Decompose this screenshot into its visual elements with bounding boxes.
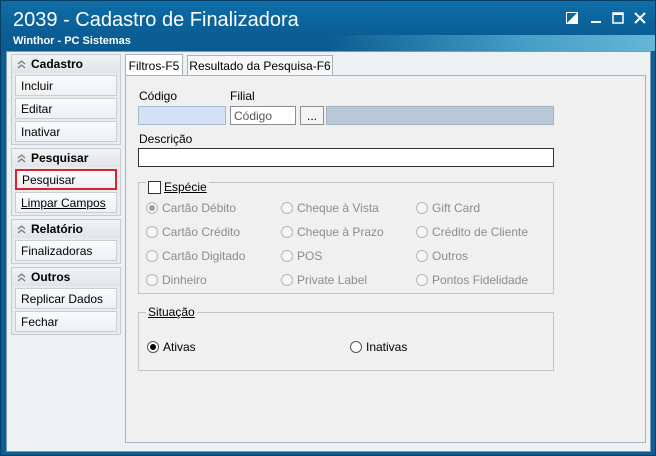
descricao-label: Descrição <box>139 132 193 146</box>
especie-option: Cheque à Prazo <box>281 225 384 239</box>
option-label: Cartão Digitado <box>162 249 246 263</box>
radio-button <box>281 226 293 238</box>
radio-button <box>281 202 293 214</box>
restore-icon[interactable] <box>561 8 583 28</box>
especie-label: Espécie <box>164 180 207 194</box>
window-subtitle: Winthor - PC Sistemas <box>13 35 131 47</box>
chevron-up-icon <box>17 59 26 68</box>
radio-button <box>416 250 428 262</box>
filial-name-field <box>326 106 554 125</box>
editar-button[interactable]: Editar <box>15 98 117 119</box>
radio-button <box>416 226 428 238</box>
limpar-campos-button[interactable]: Limpar Campos <box>15 192 117 213</box>
option-label: Outros <box>432 249 469 263</box>
title-bar-decoration <box>325 35 655 51</box>
especie-checkbox[interactable] <box>148 180 161 194</box>
especie-option: POS <box>281 249 322 263</box>
especie-option: Private Label <box>281 273 367 287</box>
radio-button[interactable] <box>350 341 362 353</box>
option-label: Cartão Crédito <box>162 225 241 239</box>
option-label: Ativas <box>163 340 196 354</box>
especie-legend[interactable]: Espécie <box>146 180 209 194</box>
option-label: Crédito de Cliente <box>432 225 529 239</box>
window-title: 2039 - Cadastro de Finalizadora <box>13 9 299 31</box>
radio-button <box>416 202 428 214</box>
situacao-group <box>138 312 554 371</box>
group-title: Cadastro <box>31 57 84 71</box>
group-relatorio: Relatório Finalizadoras <box>11 219 121 264</box>
option-label: Cheque à Vista <box>297 201 379 215</box>
option-label: Cheque à Prazo <box>297 225 384 239</box>
option-label: Gift Card <box>432 201 481 215</box>
filters-panel: Código Filial Código ... Descrição Espéc… <box>125 75 646 443</box>
descricao-input[interactable] <box>138 148 554 167</box>
incluir-button[interactable]: Incluir <box>15 75 117 96</box>
pesquisar-button[interactable]: Pesquisar <box>15 169 117 190</box>
close-icon[interactable] <box>629 8 651 28</box>
option-label: Pontos Fidelidade <box>432 273 529 287</box>
tab-filtros[interactable]: Filtros-F5 <box>125 54 183 77</box>
maximize-icon[interactable] <box>607 8 629 28</box>
situacao-inativas-radio[interactable]: Inativas <box>350 340 407 354</box>
option-label: Dinheiro <box>162 273 207 287</box>
client-area: Cadastro Incluir Editar Inativar Pesquis… <box>6 51 651 452</box>
inativar-button[interactable]: Inativar <box>15 121 117 142</box>
radio-button <box>281 250 293 262</box>
option-label: Inativas <box>366 340 408 354</box>
group-header-relatorio[interactable]: Relatório <box>12 220 120 238</box>
sidebar: Cadastro Incluir Editar Inativar Pesquis… <box>11 54 121 338</box>
situacao-label: Situação <box>146 305 197 319</box>
radio-button <box>146 250 158 262</box>
especie-option: Pontos Fidelidade <box>416 273 528 287</box>
tab-resultado-pesquisa[interactable]: Resultado da Pesquisa-F6 <box>187 55 333 76</box>
codigo-label: Código <box>139 89 178 103</box>
especie-option: Cartão Débito <box>146 201 236 215</box>
radio-button <box>146 202 158 214</box>
radio-button <box>146 226 158 238</box>
radio-button <box>416 274 428 286</box>
chevron-up-icon <box>17 272 26 281</box>
group-title: Outros <box>31 270 71 284</box>
especie-option: Dinheiro <box>146 273 207 287</box>
minimize-icon[interactable] <box>585 8 607 28</box>
option-label: POS <box>297 249 323 263</box>
filial-search-button[interactable]: ... <box>300 106 324 125</box>
filial-code-input[interactable]: Código <box>230 106 296 125</box>
group-cadastro: Cadastro Incluir Editar Inativar <box>11 54 121 145</box>
especie-option: Crédito de Cliente <box>416 225 528 239</box>
situacao-ativas-radio[interactable]: Ativas <box>147 340 196 354</box>
group-header-pesquisar[interactable]: Pesquisar <box>12 149 120 167</box>
replicar-dados-button[interactable]: Replicar Dados <box>15 288 117 309</box>
option-label: Private Label <box>297 273 368 287</box>
group-outros: Outros Replicar Dados Fechar <box>11 267 121 335</box>
group-pesquisar: Pesquisar Pesquisar Limpar Campos <box>11 148 121 216</box>
app-window: 2039 - Cadastro de Finalizadora Winthor … <box>0 0 656 456</box>
group-title: Relatório <box>31 222 84 236</box>
title-bar: 2039 - Cadastro de Finalizadora Winthor … <box>1 1 655 51</box>
finalizadoras-button[interactable]: Finalizadoras <box>15 240 117 261</box>
chevron-up-icon <box>17 153 26 162</box>
group-title: Pesquisar <box>31 151 89 165</box>
especie-option: Cartão Crédito <box>146 225 240 239</box>
radio-button <box>146 274 158 286</box>
especie-option: Cheque à Vista <box>281 201 379 215</box>
chevron-up-icon <box>17 224 26 233</box>
group-header-cadastro[interactable]: Cadastro <box>12 55 120 73</box>
radio-button <box>281 274 293 286</box>
option-label: Cartão Débito <box>162 201 237 215</box>
codigo-input[interactable] <box>138 106 226 125</box>
radio-button[interactable] <box>147 341 159 353</box>
fechar-button[interactable]: Fechar <box>15 311 117 332</box>
especie-option: Gift Card <box>416 201 480 215</box>
filial-label: Filial <box>230 89 255 103</box>
especie-option: Outros <box>416 249 468 263</box>
especie-option: Cartão Digitado <box>146 249 245 263</box>
group-header-outros[interactable]: Outros <box>12 268 120 286</box>
